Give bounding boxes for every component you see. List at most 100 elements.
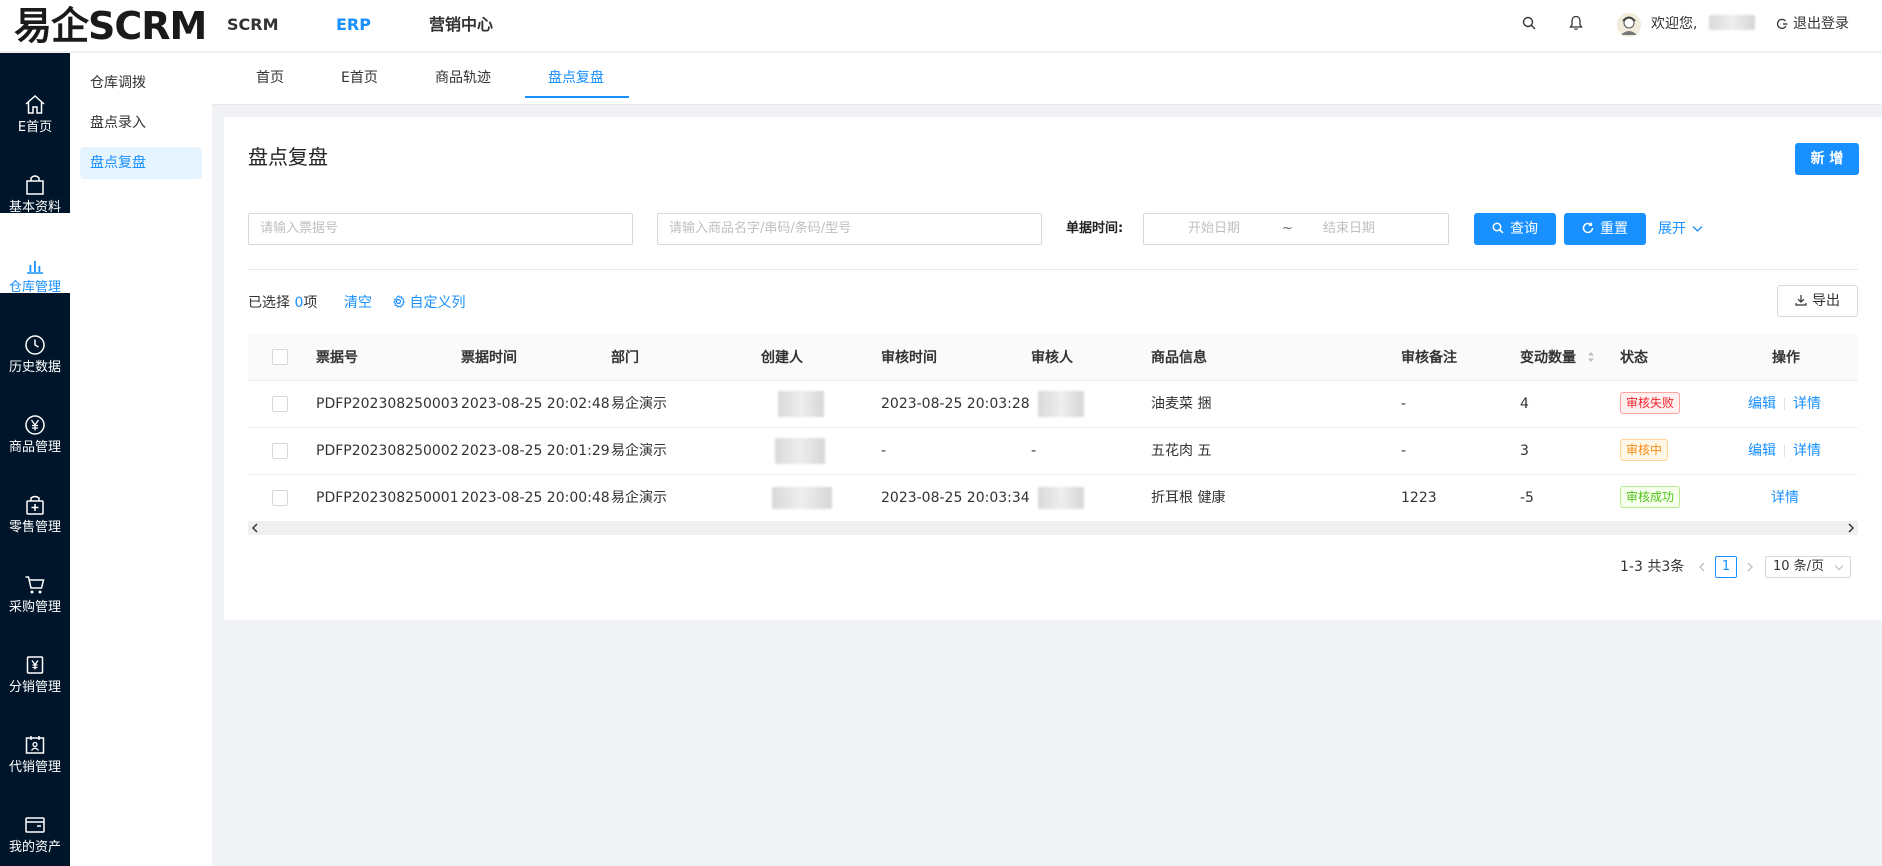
tab-stocktake-review[interactable]: 盘点复盘 — [548, 67, 604, 89]
sidebar-item-label: 我的资产 — [8, 840, 61, 855]
product-info: 油麦菜 捆 — [1151, 396, 1212, 412]
clock-icon — [25, 335, 45, 355]
sidebar-item-products[interactable]: 商品管理 — [0, 373, 70, 455]
bell-icon[interactable] — [1569, 15, 1583, 35]
reload-icon — [1582, 222, 1594, 234]
sidebar-item-history[interactable]: 历史数据 — [0, 293, 70, 375]
yen-circle-icon — [25, 415, 45, 435]
active-tab-indicator — [525, 96, 629, 98]
search-icon — [1492, 222, 1504, 234]
tab-product-track[interactable]: 商品轨迹 — [435, 67, 491, 89]
page-size-select[interactable]: 10 条/页 — [1765, 556, 1851, 578]
sidebar-item-distribution[interactable]: 分销管理 — [0, 613, 70, 695]
calendar-person-icon — [25, 736, 45, 754]
sidebar-item-warehouse[interactable]: 仓库管理 — [0, 213, 70, 295]
column-header-actions: 操作 — [1772, 350, 1800, 366]
sort-icon[interactable] — [1587, 350, 1595, 364]
expand-filters-link[interactable]: 展开 — [1658, 219, 1703, 239]
sidebar-item-consignment[interactable]: 代销管理 — [0, 693, 70, 775]
audit-time: - — [881, 443, 887, 459]
start-date-field[interactable]: 开始日期 — [1188, 214, 1240, 244]
detail-link[interactable]: 详情 — [1793, 396, 1821, 412]
table-row: PDFP202308250003 2023-08-25 20:02:48 易企演… — [248, 381, 1858, 428]
department: 易企演示 — [611, 396, 667, 412]
logo: 易企SCRM — [14, 4, 207, 48]
bag-icon — [26, 175, 44, 195]
selection-suffix: 项 — [303, 295, 318, 311]
column-header-ticket-time: 票据时间 — [461, 350, 517, 366]
horizontal-scrollbar[interactable] — [248, 521, 1858, 535]
selection-prefix: 已选择 — [248, 295, 290, 311]
page-size-value: 10 条/页 — [1773, 559, 1825, 574]
topnav-erp[interactable]: ERP — [336, 14, 371, 36]
column-header-creator: 创建人 — [761, 350, 803, 366]
wallet-icon — [25, 817, 45, 833]
clear-selection-link[interactable]: 清空 — [344, 292, 372, 314]
select-all-checkbox[interactable] — [272, 349, 288, 365]
audit-time: 2023-08-25 20:03:34 — [881, 490, 1030, 506]
edit-link[interactable]: 编辑 — [1748, 396, 1776, 412]
sidebar-item-retail[interactable]: 零售管理 — [0, 453, 70, 535]
status-badge: 审核成功 — [1620, 486, 1681, 508]
ticket-time: 2023-08-25 20:02:48 — [461, 396, 610, 412]
logout-link[interactable]: 退出登录 — [1793, 12, 1849, 36]
chevron-right-icon[interactable] — [1846, 521, 1856, 535]
submenu-item-stocktake-entry[interactable]: 盘点录入 — [80, 107, 202, 139]
audit-remark: 1223 — [1401, 490, 1437, 506]
topnav-scrm[interactable]: SCRM — [227, 14, 279, 36]
detail-link[interactable]: 详情 — [1793, 443, 1821, 459]
end-date-field[interactable]: 结束日期 — [1323, 214, 1375, 244]
edit-link[interactable]: 编辑 — [1748, 443, 1776, 459]
filter-divider — [248, 269, 1858, 270]
change-qty-label: 变动数量 — [1520, 350, 1576, 366]
sidebar-item-e-home[interactable]: E首页 — [0, 53, 70, 135]
change-qty: 3 — [1520, 443, 1529, 459]
sidebar-item-purchase[interactable]: 采购管理 — [0, 533, 70, 615]
topnav-marketing[interactable]: 营销中心 — [429, 14, 493, 36]
search-icon[interactable] — [1522, 16, 1536, 34]
ticket-time: 2023-08-25 20:00:48 — [461, 490, 610, 506]
custom-columns-link[interactable]: 自定义列 — [392, 292, 465, 314]
row-checkbox[interactable] — [272, 443, 288, 459]
status-badge-label: 审核成功 — [1620, 486, 1681, 508]
tab-e-home[interactable]: E首页 — [341, 67, 378, 89]
date-range-picker[interactable]: 开始日期 ~ 结束日期 — [1143, 213, 1449, 245]
avatar[interactable] — [1617, 13, 1641, 37]
ticket-number-input[interactable]: 请输入票据号 — [248, 213, 633, 245]
submenu-item-stocktake-review[interactable]: 盘点复盘 — [80, 147, 202, 179]
sidebar-item-basic-data[interactable]: 基本资料 — [0, 133, 70, 215]
detail-link[interactable]: 详情 — [1771, 490, 1799, 506]
next-page-icon[interactable] — [1745, 560, 1755, 574]
tab-home[interactable]: 首页 — [256, 67, 284, 89]
page-button-1[interactable]: 1 — [1715, 556, 1737, 578]
column-header-product-info: 商品信息 — [1151, 350, 1207, 366]
export-label: 导出 — [1812, 293, 1840, 309]
logout-icon[interactable] — [1776, 18, 1788, 34]
main-sidebar: E首页 基本资料 仓库管理 历史数据 商品管理 零售管理 采购管理 分销管理 代… — [0, 53, 70, 866]
export-button[interactable]: 导出 — [1777, 285, 1858, 317]
pagination-summary: 1-3 共3条 — [1620, 559, 1685, 575]
home-icon — [25, 94, 45, 114]
ticket-time: 2023-08-25 20:01:29 — [461, 443, 610, 459]
shop-plus-icon — [26, 495, 44, 515]
sidebar-item-assets[interactable]: 我的资产 — [0, 773, 70, 855]
row-checkbox[interactable] — [272, 396, 288, 412]
status-badge: 审核中 — [1620, 439, 1669, 461]
prev-page-icon[interactable] — [1697, 560, 1707, 574]
add-new-button[interactable]: 新 增 — [1795, 143, 1859, 175]
column-header-change-qty[interactable]: 变动数量 — [1520, 347, 1595, 369]
yen-bag-icon — [26, 656, 44, 674]
column-header-department: 部门 — [611, 350, 639, 366]
row-checkbox[interactable] — [272, 490, 288, 506]
column-header-ticket: 票据号 — [316, 350, 358, 366]
query-button-label: 查询 — [1510, 221, 1538, 237]
table-row: PDFP202308250001 2023-08-25 20:00:48 易企演… — [248, 475, 1858, 522]
reset-button[interactable]: 重置 — [1564, 213, 1646, 245]
product-search-input[interactable]: 请输入商品名字/串码/条码/型号 — [657, 213, 1042, 245]
query-button[interactable]: 查询 — [1474, 213, 1556, 245]
auditor-blurred — [1038, 391, 1084, 417]
selection-summary: 已选择 0项 — [248, 292, 317, 314]
submenu-item-transfer[interactable]: 仓库调拨 — [80, 67, 202, 99]
product-info: 五花肉 五 — [1151, 443, 1212, 459]
chevron-left-icon[interactable] — [250, 521, 260, 535]
